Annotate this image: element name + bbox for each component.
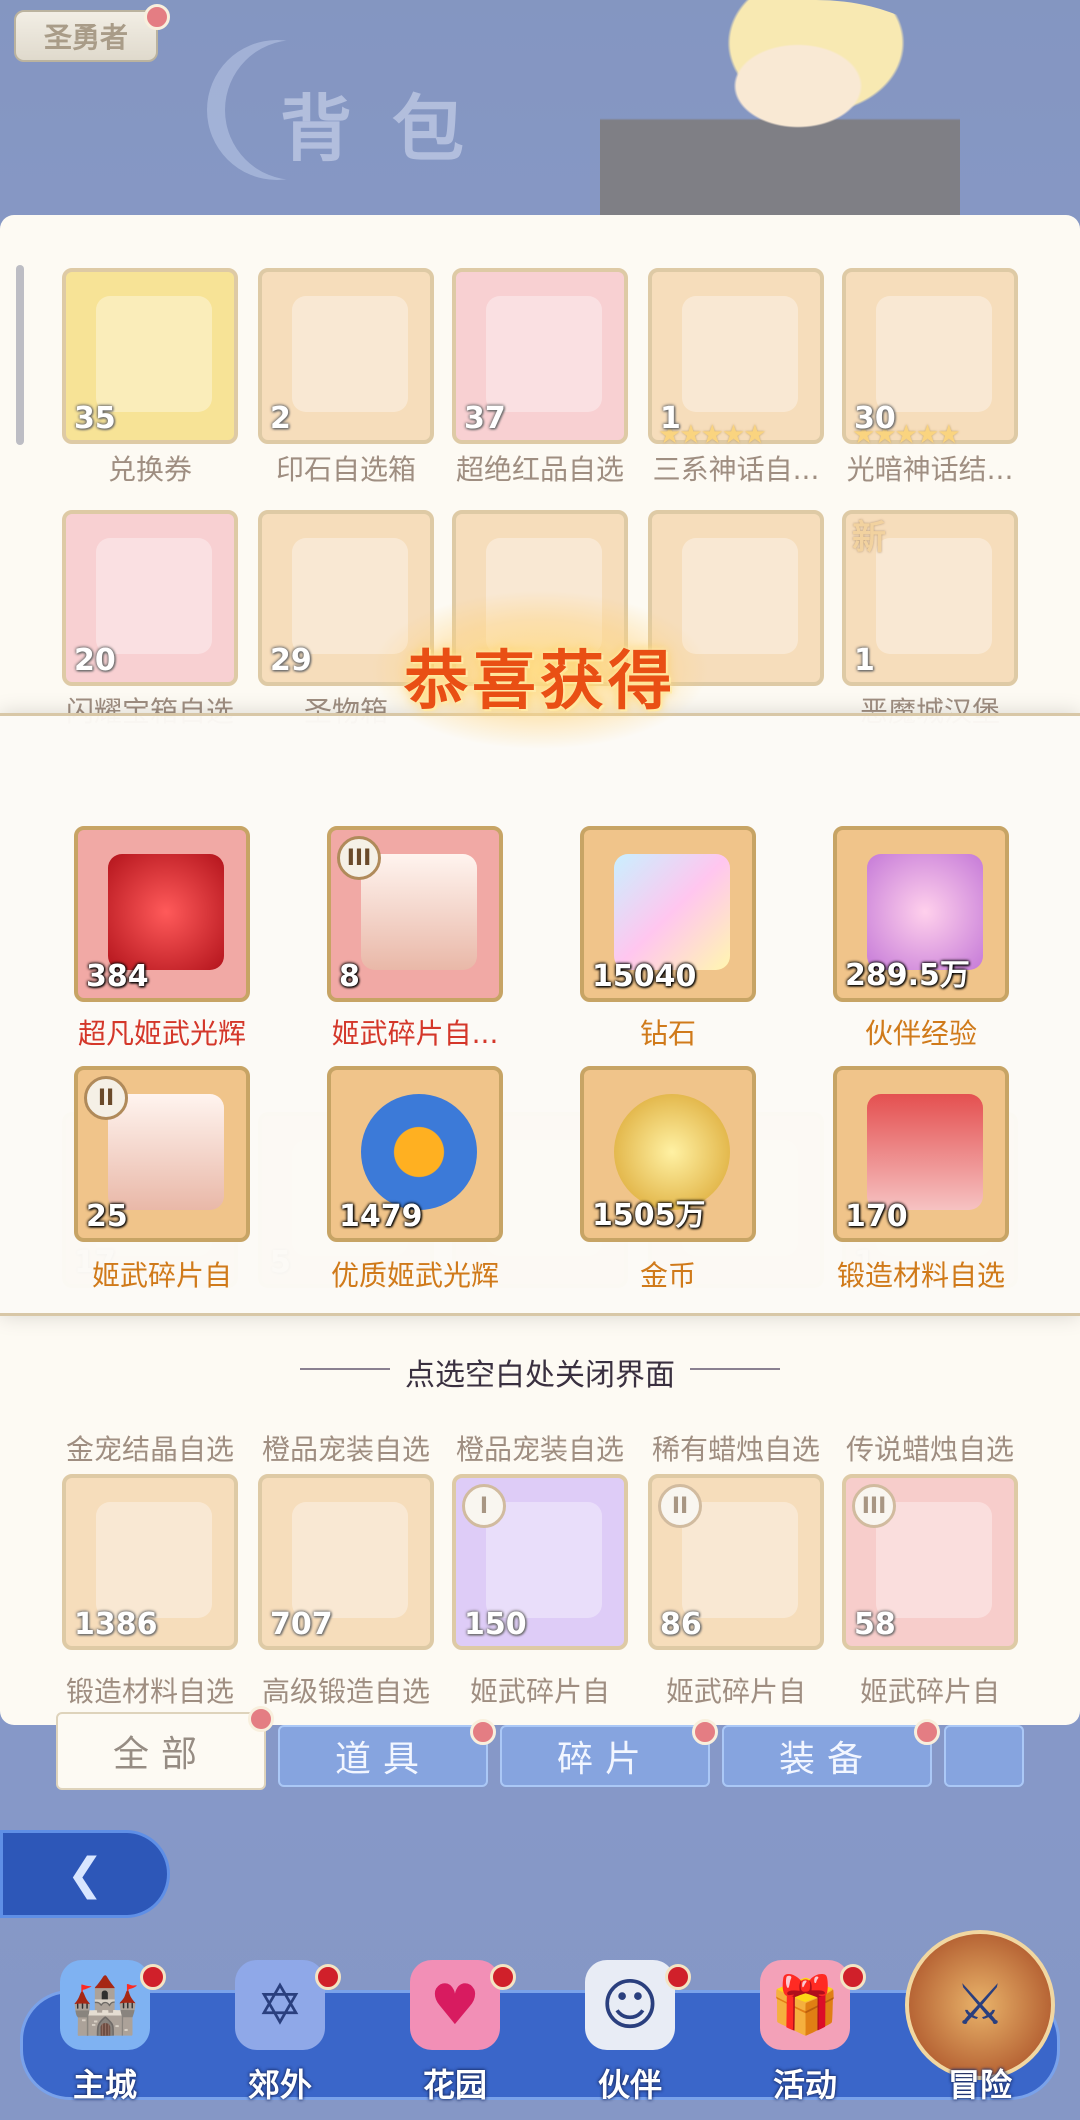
notification-dot bbox=[840, 1964, 866, 1990]
popup-title: 恭喜获得 bbox=[404, 645, 676, 719]
reward-quantity: 8 bbox=[339, 959, 360, 994]
nav-label: 主城 bbox=[72, 2066, 137, 2104]
reward-quantity: 289.5万 bbox=[845, 958, 970, 993]
reward-label: 优质姬武光辉 bbox=[330, 1259, 499, 1292]
reward-label: 姬武碎片自 bbox=[91, 1259, 232, 1292]
notification-dot bbox=[490, 1964, 516, 1990]
back-arrow-icon: ❮ bbox=[66, 1848, 104, 1900]
notification-dot bbox=[140, 1964, 166, 1990]
notification-dot bbox=[665, 1964, 691, 1990]
reward-slot[interactable]: III 8 bbox=[327, 826, 503, 1002]
reward-slot[interactable]: II 25 bbox=[74, 1066, 250, 1242]
reward-slot[interactable]: 1479 bbox=[327, 1066, 503, 1242]
reward-label: 钻石 bbox=[639, 1017, 696, 1050]
blue-gem-icon bbox=[361, 1094, 477, 1210]
forge-chest-icon bbox=[867, 1094, 983, 1210]
nav-label: 伙伴 bbox=[597, 2066, 662, 2104]
reward-slot[interactable]: 384 bbox=[74, 826, 250, 1002]
red-gem-icon bbox=[108, 854, 224, 970]
nav-label: 活动 bbox=[772, 2066, 837, 2104]
reward-label: 锻造材料自选 bbox=[836, 1259, 1005, 1292]
nav-5[interactable]: ⚔ 冒险 bbox=[905, 1960, 1055, 2110]
reward-quantity: 25 bbox=[86, 1199, 128, 1234]
diamond-icon bbox=[614, 854, 730, 970]
nav-label: 冒险 bbox=[947, 2066, 1012, 2104]
nav-label: 郊外 bbox=[247, 2066, 312, 2104]
nav-0[interactable]: 🏰 主城 bbox=[30, 1960, 180, 2110]
chest-icon bbox=[361, 854, 477, 970]
tier-badge: III bbox=[337, 836, 381, 880]
partner-icon: ☺ bbox=[585, 1960, 675, 2050]
reward-quantity: 384 bbox=[86, 959, 149, 994]
notification-dot bbox=[315, 1964, 341, 1990]
nav-3[interactable]: ☺ 伙伴 bbox=[555, 1960, 705, 2110]
heart-icon: ♥ bbox=[410, 1960, 500, 2050]
gate-icon: ✡ bbox=[235, 1960, 325, 2050]
reward-slot[interactable]: 1505万 bbox=[580, 1066, 756, 1242]
reward-label: 姬武碎片自... bbox=[331, 1017, 499, 1050]
reward-slot[interactable]: 15040 bbox=[580, 826, 756, 1002]
reward-slot[interactable]: 289.5万 bbox=[833, 826, 1009, 1002]
nav-label: 花园 bbox=[422, 2066, 487, 2104]
reward-quantity: 1505万 bbox=[592, 1198, 706, 1233]
gift-icon: 🎁 bbox=[760, 1960, 850, 2050]
reward-quantity: 15040 bbox=[592, 959, 697, 994]
castle-icon: 🏰 bbox=[60, 1960, 150, 2050]
nav-1[interactable]: ✡ 郊外 bbox=[205, 1960, 355, 2110]
sword-icon: ⚔ bbox=[954, 1972, 1006, 2038]
reward-quantity: 170 bbox=[845, 1199, 908, 1234]
reward-slot[interactable]: 170 bbox=[833, 1066, 1009, 1242]
reward-label: 伙伴经验 bbox=[864, 1017, 977, 1050]
reward-quantity: 1479 bbox=[339, 1199, 423, 1234]
nav-2[interactable]: ♥ 花园 bbox=[380, 1960, 530, 2110]
nav-4[interactable]: 🎁 活动 bbox=[730, 1960, 880, 2110]
reward-label: 超凡姬武光辉 bbox=[77, 1017, 246, 1050]
reward-label: 金币 bbox=[639, 1259, 696, 1292]
close-hint: 点选空白处关闭界面 bbox=[405, 1358, 675, 1393]
chest-icon bbox=[108, 1094, 224, 1210]
back-button[interactable]: ❮ bbox=[0, 1830, 170, 1918]
tier-badge: II bbox=[84, 1076, 128, 1120]
